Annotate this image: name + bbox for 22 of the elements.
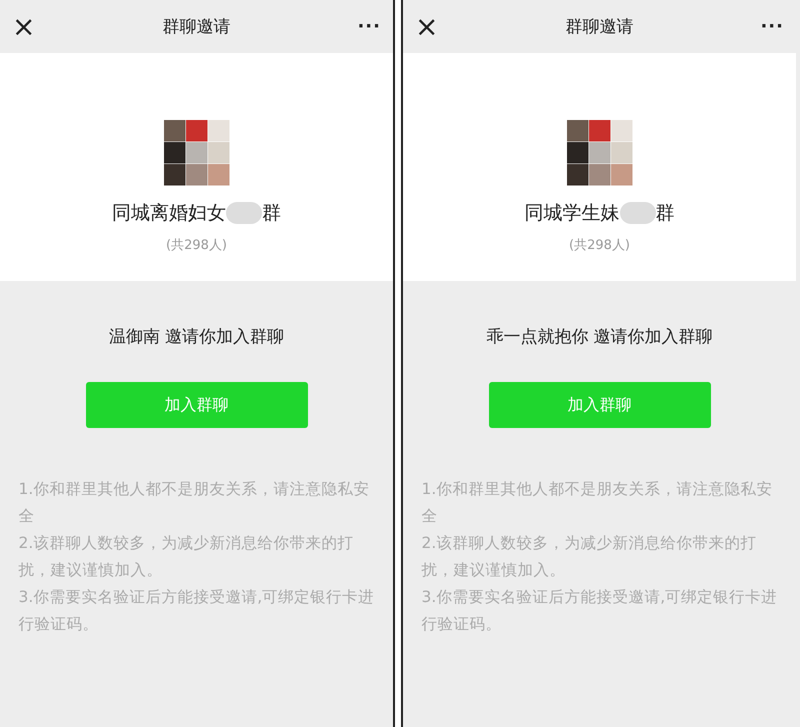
member-count: (共298人) (166, 237, 227, 254)
notice-text: 2.该群聊人数较多，为减少新消息给你带来的打扰，建议谨慎加入。 (422, 533, 758, 581)
notice-text: 1.你和群里其他人都不是朋友关系，请注意隐私安全 (422, 479, 774, 527)
more-button[interactable]: ··· (760, 16, 784, 37)
page-title: 群聊邀请 (162, 16, 230, 38)
notice-text: 2.该群聊人数较多，为减少新消息给你带来的打扰，建议谨慎加入。 (18, 533, 354, 581)
blur-mark (620, 202, 656, 224)
page-title: 群聊邀请 (565, 16, 634, 38)
member-count: (共298人) (569, 237, 630, 254)
notice-text: 3.你需要实名验证后方能接受邀请,可绑定银行卡进行验证码。 (18, 587, 374, 635)
close-button[interactable]: × (415, 12, 438, 40)
invite-message: 乖一点就抱你 邀请你加入群聊 (486, 326, 713, 348)
group-name: 群 (656, 201, 674, 226)
notice-text: 1.你和群里其他人都不是朋友关系，请注意隐私安全 (18, 479, 370, 527)
blur-mark (226, 202, 262, 224)
more-button[interactable]: ··· (357, 16, 381, 37)
group-name: 同城学生妹 (524, 201, 620, 226)
group-name: 同城离婚妇女 (112, 201, 226, 226)
close-button[interactable]: × (12, 12, 36, 40)
invite-message: 温御南 邀请你加入群聊 (108, 326, 284, 348)
notice-text: 3.你需要实名验证后方能接受邀请,可绑定银行卡进行验证码。 (422, 587, 778, 635)
group-name: 群 (262, 201, 281, 226)
